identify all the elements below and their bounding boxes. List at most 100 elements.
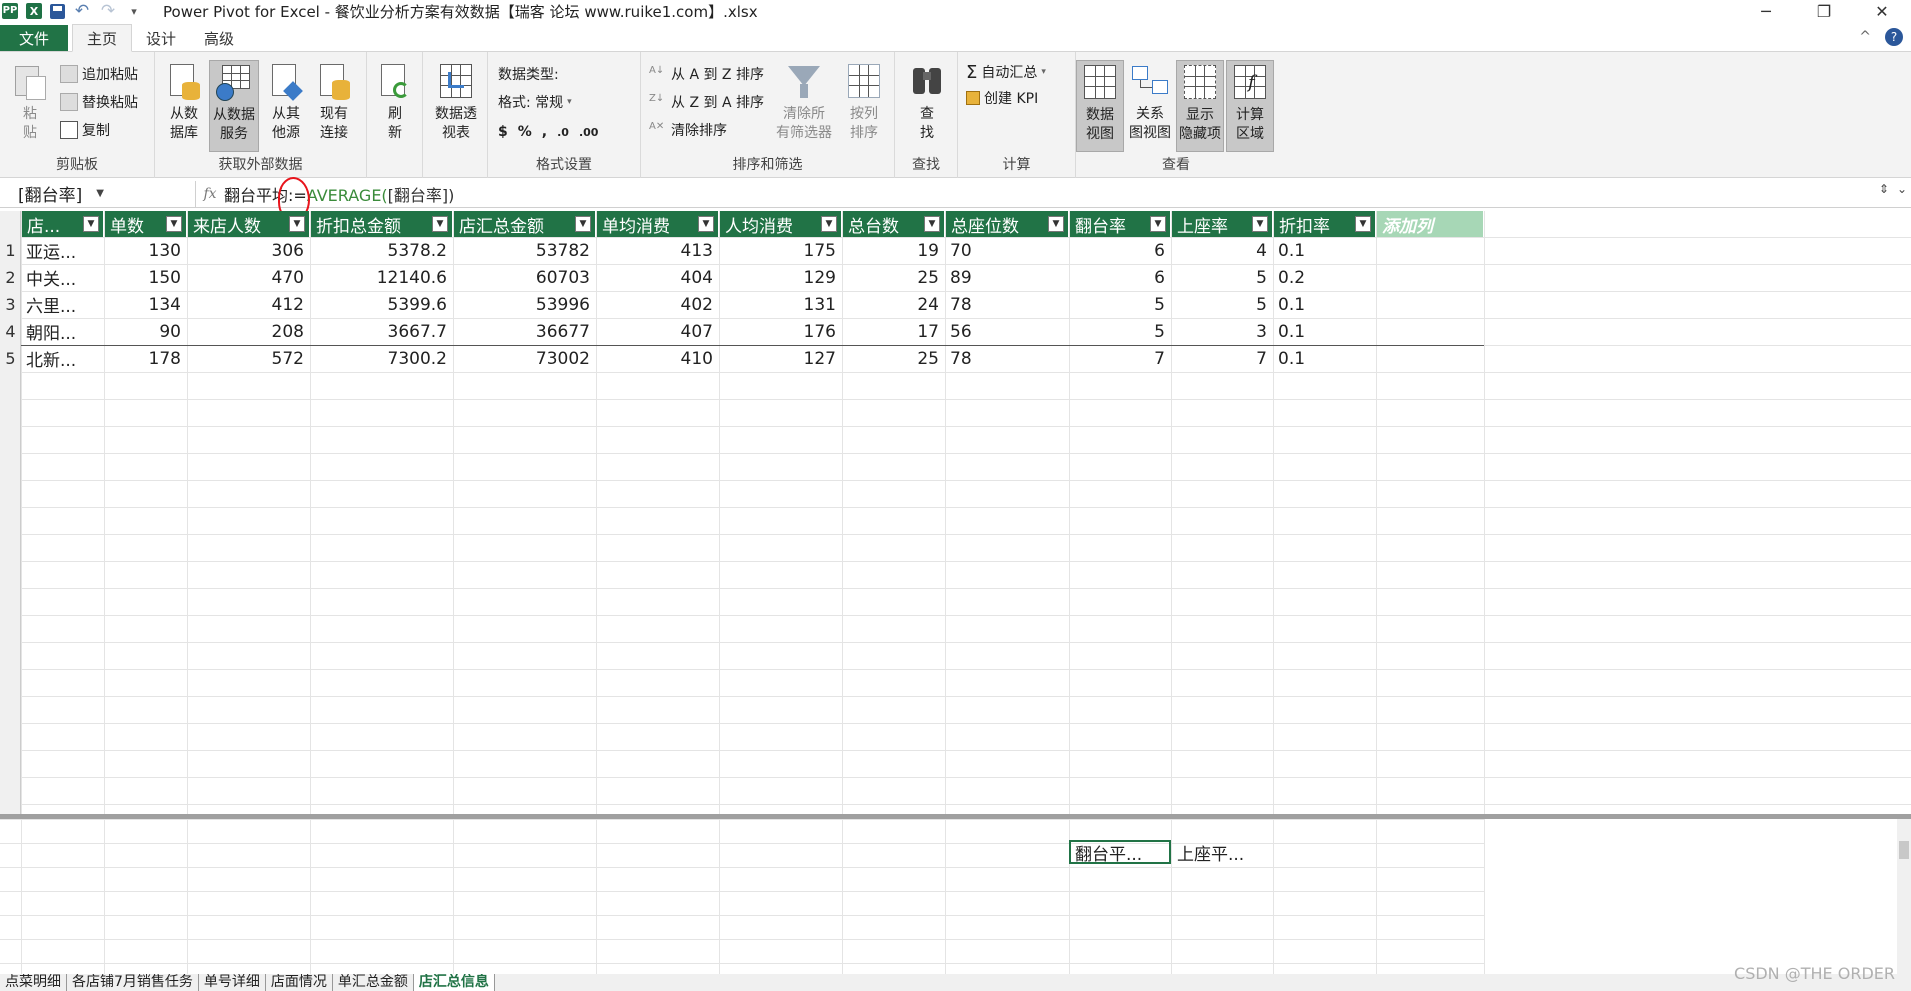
table-cell[interactable]: 0.1 bbox=[1273, 291, 1376, 318]
refresh-button[interactable]: 刷 新 bbox=[375, 62, 415, 143]
from-data-service-button[interactable]: 从数据 服务 bbox=[209, 60, 259, 152]
table-cell[interactable]: 7 bbox=[1069, 345, 1171, 372]
sheet-tab[interactable]: 点菜明细 bbox=[0, 974, 67, 991]
filter-dropdown-icon[interactable]: ▼ bbox=[83, 216, 99, 232]
data-type-dropdown[interactable]: 数据类型: bbox=[498, 62, 559, 86]
sheet-tab[interactable]: 单号详细 bbox=[199, 974, 266, 991]
diagram-view-button[interactable]: 关系 图视图 bbox=[1126, 62, 1174, 143]
table-cell[interactable]: 70 bbox=[945, 237, 1069, 264]
tab-design[interactable]: 设计 bbox=[132, 25, 190, 51]
find-button[interactable]: 查 找 bbox=[907, 62, 947, 143]
table-cell[interactable]: 134 bbox=[104, 291, 187, 318]
sort-by-column-button[interactable]: 按列 排序 bbox=[843, 62, 885, 143]
table-cell[interactable]: 六里... bbox=[21, 291, 104, 318]
column-header[interactable]: 单数 ▼ bbox=[104, 211, 187, 237]
table-cell[interactable]: 4 bbox=[1171, 237, 1273, 264]
table-cell[interactable]: 5 bbox=[1069, 291, 1171, 318]
filter-dropdown-icon[interactable]: ▼ bbox=[289, 216, 305, 232]
undo-icon[interactable]: ↶ bbox=[73, 2, 91, 19]
sort-za-button[interactable]: Z↓ 从 Z 到 A 排序 bbox=[649, 90, 764, 114]
table-cell[interactable]: 402 bbox=[596, 291, 719, 318]
filter-dropdown-icon[interactable]: ▼ bbox=[924, 216, 940, 232]
currency-button[interactable]: $ bbox=[498, 124, 508, 140]
table-cell[interactable]: 150 bbox=[104, 264, 187, 291]
save-icon[interactable] bbox=[50, 3, 65, 19]
table-cell[interactable]: 3 bbox=[1171, 318, 1273, 345]
row-number[interactable]: 1 bbox=[0, 237, 21, 264]
paste-button[interactable]: 粘 贴 bbox=[12, 62, 48, 143]
table-cell[interactable]: 208 bbox=[187, 318, 310, 345]
table-cell[interactable]: 131 bbox=[719, 291, 842, 318]
formula-input[interactable]: 翻台平均:=AVERAGE([翻台率]) bbox=[224, 182, 454, 206]
pivot-table-button[interactable]: 数据透 视表 bbox=[431, 62, 481, 143]
expand-formula-bar-icon[interactable]: ⌄ bbox=[1897, 182, 1907, 196]
show-hidden-button[interactable]: 显示 隐藏项 bbox=[1176, 60, 1224, 152]
formula-scroll-icon[interactable]: ⇕ bbox=[1879, 182, 1889, 196]
fx-icon[interactable]: fx bbox=[198, 186, 222, 202]
sheet-tab[interactable]: 店面情况 bbox=[266, 974, 333, 991]
scrollbar-thumb[interactable] bbox=[1899, 841, 1909, 859]
increase-decimal-button[interactable]: .0 bbox=[557, 126, 569, 139]
row-number[interactable]: 4 bbox=[0, 318, 21, 345]
add-column-header[interactable]: 添加列 bbox=[1376, 211, 1484, 237]
table-cell[interactable]: 中关... bbox=[21, 264, 104, 291]
column-header[interactable]: 人均消费 ▼ bbox=[719, 211, 842, 237]
decrease-decimal-button[interactable]: .00 bbox=[579, 126, 599, 139]
name-box-dropdown-icon[interactable]: ▼ bbox=[96, 188, 104, 199]
table-cell[interactable]: 3667.7 bbox=[310, 318, 453, 345]
create-kpi-button[interactable]: 创建 KPI bbox=[966, 86, 1038, 110]
filter-dropdown-icon[interactable]: ▼ bbox=[1252, 216, 1268, 232]
column-header[interactable]: 总台数 ▼ bbox=[842, 211, 945, 237]
table-cell[interactable]: 56 bbox=[945, 318, 1069, 345]
table-cell[interactable]: 5 bbox=[1171, 291, 1273, 318]
filter-dropdown-icon[interactable]: ▼ bbox=[1048, 216, 1064, 232]
paste-append-button[interactable]: 追加粘贴 bbox=[60, 62, 138, 86]
table-cell[interactable]: 0.1 bbox=[1273, 318, 1376, 345]
table-cell[interactable]: 178 bbox=[104, 345, 187, 372]
table-cell[interactable]: 572 bbox=[187, 345, 310, 372]
table-cell[interactable]: 60703 bbox=[453, 264, 596, 291]
table-cell[interactable]: 412 bbox=[187, 291, 310, 318]
tab-home[interactable]: 主页 bbox=[72, 24, 133, 52]
table-cell[interactable]: 127 bbox=[719, 345, 842, 372]
table-cell[interactable]: 7 bbox=[1171, 345, 1273, 372]
table-cell[interactable]: 北新... bbox=[21, 345, 104, 372]
copy-button[interactable]: 复制 bbox=[60, 118, 110, 142]
table-cell[interactable]: 朝阳... bbox=[21, 318, 104, 345]
table-cell[interactable]: 25 bbox=[842, 264, 945, 291]
data-view-button[interactable]: 数据 视图 bbox=[1076, 60, 1124, 152]
table-cell[interactable]: 78 bbox=[945, 291, 1069, 318]
filter-dropdown-icon[interactable]: ▼ bbox=[698, 216, 714, 232]
table-cell[interactable]: 470 bbox=[187, 264, 310, 291]
filter-dropdown-icon[interactable]: ▼ bbox=[1150, 216, 1166, 232]
excel-icon[interactable]: X bbox=[26, 3, 42, 19]
table-cell[interactable]: 176 bbox=[719, 318, 842, 345]
table-cell[interactable]: 亚运... bbox=[21, 237, 104, 264]
calc-area-scrollbar[interactable] bbox=[1897, 819, 1911, 974]
from-other-sources-button[interactable]: 从其 他源 bbox=[265, 62, 307, 143]
from-database-button[interactable]: 从数 据库 bbox=[163, 62, 205, 143]
column-header[interactable]: 上座率 ▼ bbox=[1171, 211, 1273, 237]
table-cell[interactable]: 73002 bbox=[453, 345, 596, 372]
column-header[interactable]: 店汇总金额 ▼ bbox=[453, 211, 596, 237]
table-cell[interactable]: 53782 bbox=[453, 237, 596, 264]
row-number[interactable]: 2 bbox=[0, 264, 21, 291]
column-header[interactable]: 单均消费 ▼ bbox=[596, 211, 719, 237]
table-cell[interactable]: 5399.6 bbox=[310, 291, 453, 318]
sheet-tab[interactable]: 各店铺7月销售任务 bbox=[67, 974, 199, 991]
clear-sort-button[interactable]: A✕ 清除排序 bbox=[649, 118, 727, 142]
table-cell[interactable]: 36677 bbox=[453, 318, 596, 345]
column-header[interactable]: 翻台率 ▼ bbox=[1069, 211, 1171, 237]
table-cell[interactable]: 130 bbox=[104, 237, 187, 264]
filter-dropdown-icon[interactable]: ▼ bbox=[166, 216, 182, 232]
table-cell[interactable]: 5378.2 bbox=[310, 237, 453, 264]
table-cell[interactable]: 6 bbox=[1069, 264, 1171, 291]
measure-cell-turnover-avg[interactable]: 翻台平... bbox=[1069, 840, 1171, 865]
table-cell[interactable]: 53996 bbox=[453, 291, 596, 318]
column-header[interactable]: 来店人数 ▼ bbox=[187, 211, 310, 237]
table-cell[interactable]: 175 bbox=[719, 237, 842, 264]
table-cell[interactable]: 404 bbox=[596, 264, 719, 291]
table-cell[interactable]: 413 bbox=[596, 237, 719, 264]
autosum-button[interactable]: Σ 自动汇总 ▾ bbox=[966, 60, 1046, 84]
row-number[interactable]: 3 bbox=[0, 291, 21, 318]
